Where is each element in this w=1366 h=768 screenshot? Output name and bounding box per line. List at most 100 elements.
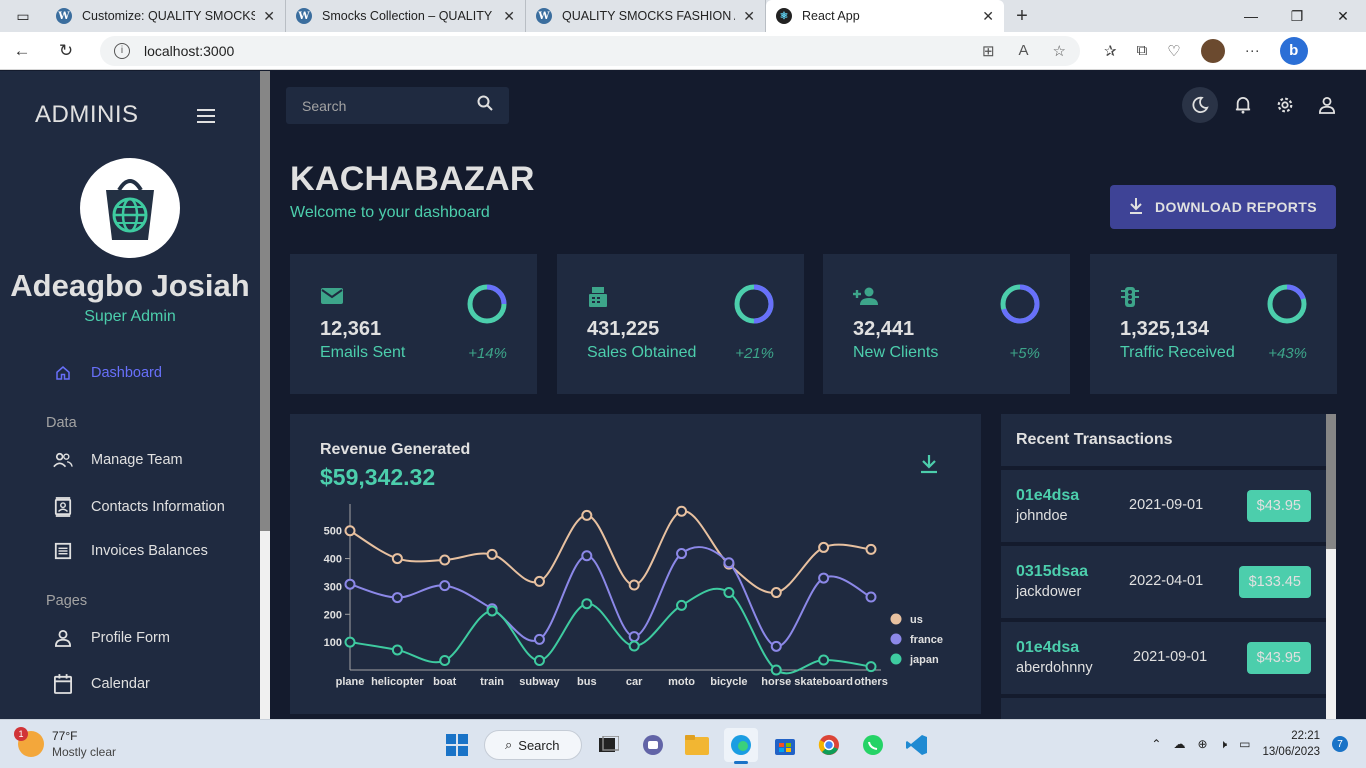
transaction-date: 2022-04-01 xyxy=(1129,573,1204,589)
sidebar: ADMINIS Adeagbo Josiah Super Admin Dashb… xyxy=(0,71,260,719)
sidebar-item-invoices[interactable]: Invoices Balances xyxy=(50,542,208,560)
stat-card-sales: 431,225 Sales Obtained +21% xyxy=(557,254,804,394)
performance-icon[interactable]: ♡ xyxy=(1167,42,1180,60)
data-point xyxy=(533,575,545,587)
data-point xyxy=(770,664,782,676)
apps-icon[interactable]: ⊞ xyxy=(982,42,995,60)
search-icon[interactable] xyxy=(477,95,493,116)
volume-icon[interactable]: 🕨 xyxy=(1220,737,1228,752)
x-tick-label: others xyxy=(854,676,888,688)
stat-label: Sales Obtained xyxy=(587,344,697,361)
refresh-icon[interactable]: ↻ xyxy=(44,41,88,61)
browser-tab[interactable]: W Customize: QUALITY SMOCKS FA ✕ xyxy=(46,0,286,32)
store-icon[interactable] xyxy=(768,728,802,762)
chevron-up-icon[interactable]: ⌃ xyxy=(1151,737,1161,751)
more-icon[interactable]: ··· xyxy=(1245,42,1260,59)
vscode-icon[interactable] xyxy=(900,728,934,762)
clock[interactable]: 22:21 13/06/2023 xyxy=(1262,728,1320,760)
sidebar-scrollbar[interactable] xyxy=(260,71,270,719)
onedrive-icon[interactable]: ☁ xyxy=(1173,737,1185,751)
data-point xyxy=(628,631,640,643)
restore-icon[interactable]: ❐ xyxy=(1274,8,1320,25)
task-view-icon[interactable] xyxy=(592,728,626,762)
address-bar: ← ↻ i localhost:3000 ⊞ A ☆ ✰ ⧉ ♡ ··· b xyxy=(0,32,1366,70)
close-tab-icon[interactable]: ✕ xyxy=(503,8,515,25)
recent-transactions: Recent Transactions 01e4dsa johndoe 2021… xyxy=(1001,414,1326,719)
battery-icon[interactable]: ▭ xyxy=(1239,737,1250,751)
close-tab-icon[interactable]: ✕ xyxy=(743,8,755,25)
url-text: localhost:3000 xyxy=(144,42,235,59)
contacts-icon xyxy=(50,497,76,517)
transaction-id: 01e4dsa xyxy=(1016,487,1080,504)
tab-title: React App xyxy=(802,9,860,23)
info-icon[interactable]: i xyxy=(114,42,130,59)
bing-icon[interactable]: b xyxy=(1279,36,1308,65)
windows-start-icon[interactable] xyxy=(440,728,474,762)
scrollbar-thumb[interactable] xyxy=(260,71,270,531)
wordpress-icon: W xyxy=(296,8,312,24)
menu-toggle-icon[interactable] xyxy=(197,106,215,129)
sidebar-item-manage-team[interactable]: Manage Team xyxy=(50,452,183,468)
minimize-icon[interactable]: — xyxy=(1228,8,1274,25)
tab-actions-icon[interactable]: ▭ xyxy=(0,0,46,32)
traffic-icon xyxy=(1120,286,1140,313)
dark-mode-icon[interactable] xyxy=(1182,87,1218,123)
data-point xyxy=(344,525,356,537)
download-reports-button[interactable]: DOWNLOAD REPORTS xyxy=(1110,185,1336,229)
calendar-icon xyxy=(50,674,76,694)
transaction-row: 01e4dsa aberdohnny 2021-09-01 $43.95 xyxy=(1001,622,1326,694)
sidebar-item-contacts[interactable]: Contacts Information xyxy=(50,497,225,517)
settings-icon[interactable] xyxy=(1268,88,1302,122)
sidebar-item-calendar[interactable]: Calendar xyxy=(50,674,150,694)
whatsapp-icon[interactable] xyxy=(856,728,890,762)
profile-avatar-icon[interactable] xyxy=(1200,38,1225,63)
taskbar: 1 77°F Mostly clear ⌕ Search ⌃ ☁ ⊕ 🕨 ▭ 2… xyxy=(0,719,1366,768)
taskbar-search[interactable]: ⌕ Search xyxy=(484,730,582,760)
scrollbar-thumb[interactable] xyxy=(1326,414,1336,549)
sidebar-item-profile-form[interactable]: Profile Form xyxy=(50,629,170,647)
browser-tab[interactable]: W Smocks Collection – QUALITY SM ✕ xyxy=(286,0,526,32)
browser-tab[interactable]: W QUALITY SMOCKS FASHION AND ✕ xyxy=(526,0,766,32)
y-tick-label: 400 xyxy=(324,554,342,566)
stat-value: 32,441 xyxy=(853,318,915,340)
favorites-icon[interactable]: ✰ xyxy=(1104,42,1117,60)
close-tab-icon[interactable]: ✕ xyxy=(982,8,994,25)
search-icon: ⌕ xyxy=(505,737,513,752)
edge-icon[interactable] xyxy=(724,728,758,764)
data-point xyxy=(770,640,782,652)
sidebar-item-dashboard[interactable]: Dashboard xyxy=(50,364,162,382)
transaction-row: 0315dsaa jackdower 2022-04-01 $133.45 xyxy=(1001,546,1326,618)
back-icon[interactable]: ← xyxy=(0,41,44,61)
data-point xyxy=(486,605,498,617)
language-icon[interactable]: ⊕ xyxy=(1197,737,1207,751)
data-point xyxy=(723,587,735,599)
favorite-star-icon[interactable]: ☆ xyxy=(1053,42,1066,60)
read-aloud-icon[interactable]: A xyxy=(1019,42,1029,60)
stat-increase: +43% xyxy=(1268,345,1307,362)
search-input[interactable] xyxy=(302,97,472,114)
file-explorer-icon[interactable] xyxy=(680,728,714,762)
weather-badge: 1 xyxy=(14,727,28,741)
page-title: KACHABAZAR xyxy=(290,160,535,198)
teams-chat-icon[interactable] xyxy=(636,728,670,762)
transactions-title: Recent Transactions xyxy=(1001,414,1326,466)
stat-card-emails: 12,361 Emails Sent +14% xyxy=(290,254,537,394)
data-point xyxy=(676,505,688,517)
profile-icon[interactable] xyxy=(1310,88,1344,122)
close-tab-icon[interactable]: ✕ xyxy=(263,8,275,25)
data-point xyxy=(676,548,688,560)
weather-widget[interactable]: 1 77°F Mostly clear xyxy=(14,727,116,760)
data-point xyxy=(581,550,593,562)
new-tab-icon[interactable]: + xyxy=(1004,5,1040,28)
transactions-scrollbar[interactable] xyxy=(1326,414,1336,719)
person-add-icon xyxy=(853,286,879,311)
data-point xyxy=(770,587,782,599)
browser-tab-active[interactable]: ⚛ React App ✕ xyxy=(766,0,1004,32)
sidebar-section-data: Data xyxy=(46,415,77,431)
notifications-icon[interactable] xyxy=(1226,88,1260,122)
collections-icon[interactable]: ⧉ xyxy=(1137,42,1148,59)
chrome-icon[interactable] xyxy=(812,728,846,762)
url-field[interactable]: i localhost:3000 ⊞ A ☆ xyxy=(100,35,1080,66)
notification-badge[interactable]: 7 xyxy=(1332,736,1348,752)
close-window-icon[interactable]: ✕ xyxy=(1320,8,1366,25)
